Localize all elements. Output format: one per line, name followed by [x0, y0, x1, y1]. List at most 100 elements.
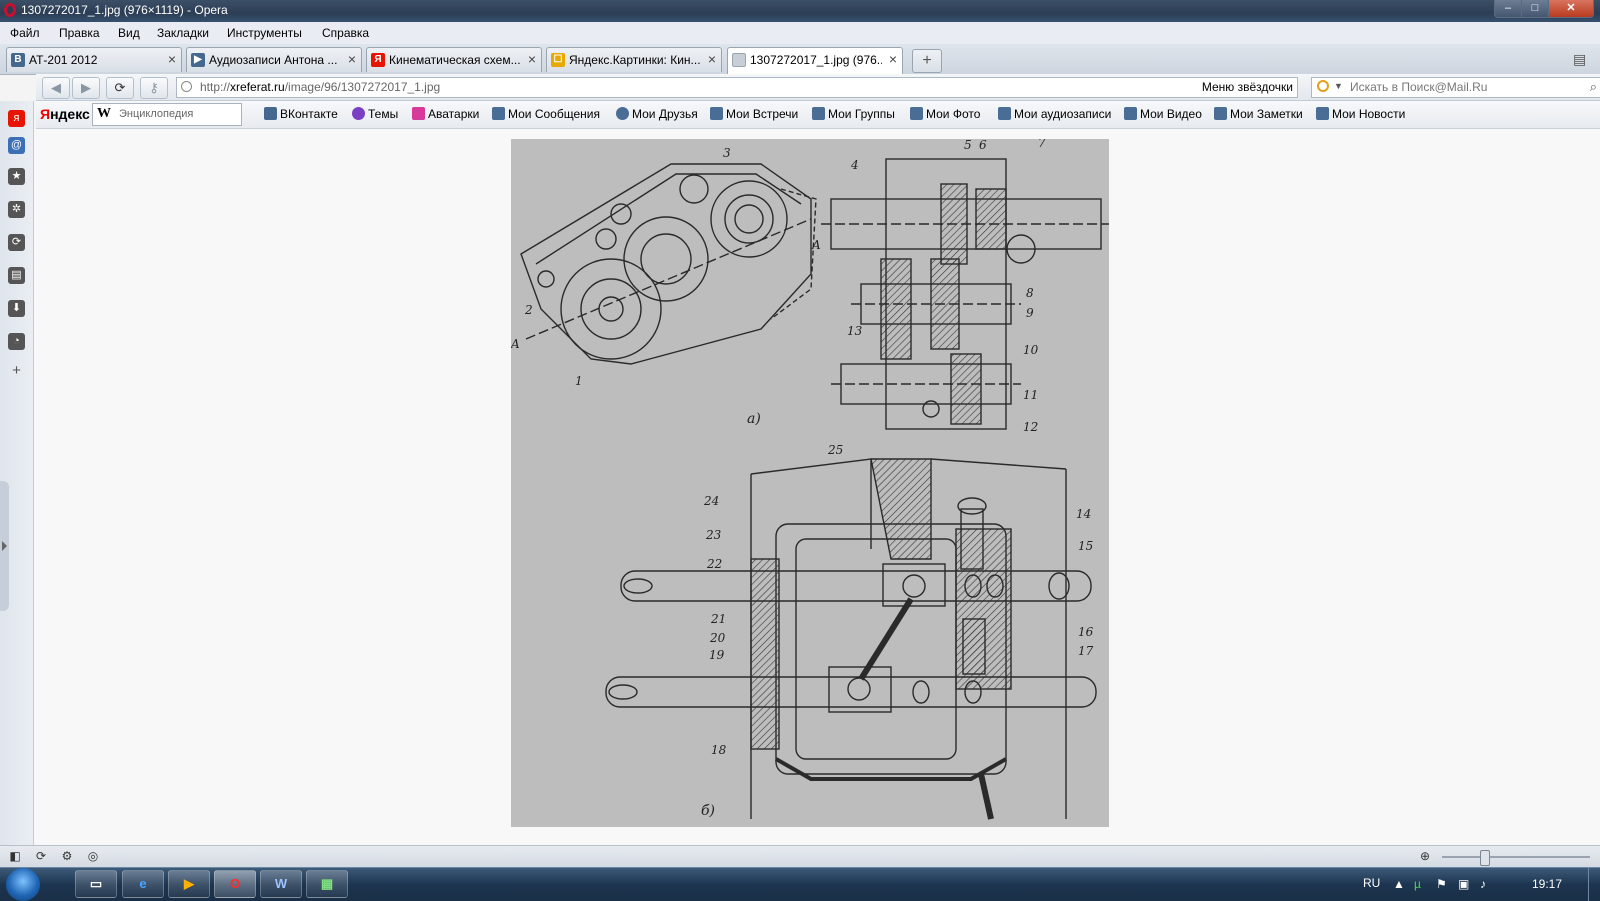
link-video[interactable]: Мои Видео — [1124, 107, 1202, 121]
language-indicator[interactable]: RU — [1363, 876, 1380, 890]
drawing-label: 10 — [1023, 343, 1039, 357]
link-news[interactable]: Мои Новости — [1316, 107, 1405, 121]
add-panel-icon[interactable]: + — [8, 362, 25, 379]
turbo-icon[interactable]: ◎ — [84, 849, 102, 864]
utorrent-icon[interactable]: µ — [1414, 877, 1421, 891]
zoom-icon[interactable]: ⊕ — [1416, 849, 1434, 864]
start-button[interactable] — [6, 868, 40, 901]
maximize-button[interactable]: □ — [1521, 0, 1549, 18]
drawing-label: 25 — [827, 443, 843, 457]
tab-close-icon[interactable]: × — [348, 51, 356, 67]
link-themes[interactable]: Темы — [352, 107, 398, 121]
plus-icon — [1316, 107, 1329, 120]
menu-bar: Файл Правка Вид Закладки Инструменты Спр… — [0, 22, 1600, 45]
volume-icon[interactable]: ♪ — [1480, 877, 1486, 891]
person-icon — [616, 107, 629, 120]
note-icon — [1214, 107, 1227, 120]
yandex-logo[interactable]: Яндекс — [40, 106, 90, 122]
star-icon[interactable]: ★ — [8, 168, 25, 185]
show-desktop-button[interactable] — [1588, 868, 1600, 901]
tab-kinematic[interactable]: Я Кинематическая схем... × — [366, 47, 542, 72]
forward-button[interactable]: ▶ — [72, 77, 100, 99]
tab-yandex-images[interactable]: ☐ Яндекс.Картинки: Кин... × — [546, 47, 722, 72]
section-marker: A — [811, 238, 821, 252]
link-notes[interactable]: Мои Заметки — [1214, 107, 1303, 121]
tab-image-active[interactable]: 1307272017_1.jpg (976... × — [727, 47, 903, 74]
explorer-icon[interactable]: ▭ — [75, 870, 117, 898]
opera-icon[interactable]: O — [214, 870, 256, 898]
zoom-slider-thumb[interactable] — [1480, 850, 1490, 866]
tab-close-icon[interactable]: × — [528, 51, 536, 67]
flag-icon[interactable]: ⚑ — [1436, 877, 1447, 891]
drawing-label: 11 — [1023, 388, 1038, 402]
notes-icon[interactable]: ▤ — [8, 267, 25, 284]
panel-toggle-icon[interactable]: ◧ — [6, 849, 24, 864]
tab-at201[interactable]: В АТ-201 2012 × — [6, 47, 182, 72]
tab-close-icon[interactable]: × — [168, 51, 176, 67]
unite-icon[interactable]: ⟳ — [8, 234, 25, 251]
show-hidden-icons[interactable]: ▲ — [1393, 877, 1405, 891]
mail-icon[interactable]: @ — [8, 137, 25, 154]
unite-icon[interactable]: ⚙ — [58, 849, 76, 864]
link-vkontakte[interactable]: ВКонтакте — [264, 107, 338, 121]
clock[interactable]: 19:17 — [1532, 877, 1562, 891]
yandex-icon: Я — [371, 53, 385, 67]
link-photos[interactable]: Мои Фото — [910, 107, 980, 121]
menu-edit[interactable]: Правка — [59, 26, 100, 40]
tab-label: Аудиозаписи Антона ... — [209, 53, 338, 67]
globe-icon — [181, 81, 192, 92]
heart-icon — [352, 107, 365, 120]
menu-help[interactable]: Справка — [322, 26, 369, 40]
back-button[interactable]: ◀ — [42, 77, 70, 99]
link-meetings[interactable]: Мои Встречи — [710, 107, 798, 121]
word-icon[interactable]: W — [260, 870, 302, 898]
bookmarks-menu[interactable]: Меню звёздочки — [1202, 80, 1293, 94]
drawing-label: 12 — [1023, 420, 1038, 434]
wand-key-icon[interactable]: ⚷ — [140, 77, 168, 99]
tab-menu-icon[interactable]: ▤ — [1573, 51, 1586, 68]
link-messages[interactable]: Мои Сообщения — [492, 107, 600, 121]
drawing-label: 3 — [723, 146, 731, 160]
link-friends[interactable]: Мои Друзья — [616, 107, 698, 121]
wiki-search-field[interactable]: W Энциклопедия — [92, 103, 242, 126]
technical-drawing-image: 3 4 5 6 7 2 8 9 10 11 12 13 1 25 24 23 2… — [511, 139, 1109, 827]
settings-icon[interactable]: ✲ — [8, 201, 25, 218]
yandex-toolbar: Яндекс W Энциклопедия ВКонтакте Темы Ава… — [36, 101, 1600, 129]
close-window-button[interactable]: ✕ — [1548, 0, 1594, 18]
chevron-down-icon[interactable]: ▼ — [1334, 81, 1343, 91]
address-field[interactable]: http://xreferat.ru/image/96/1307272017_1… — [176, 77, 1298, 98]
zoom-slider-track[interactable] — [1442, 856, 1590, 858]
link-groups[interactable]: Мои Группы — [812, 107, 895, 121]
search-field[interactable]: ▼ Искать в Поиск@Mail.Ru ⌕ — [1311, 77, 1600, 98]
panel-toggle-handle[interactable] — [0, 481, 9, 611]
wiki-placeholder: Энциклопедия — [119, 108, 194, 120]
sync-icon[interactable]: ⟳ — [32, 849, 50, 864]
menu-view[interactable]: Вид — [118, 26, 140, 40]
menu-file[interactable]: Файл — [10, 26, 40, 40]
yandex-images-icon: ☐ — [551, 53, 565, 67]
section-marker: A — [511, 337, 520, 351]
house-icon — [710, 107, 723, 120]
history-icon[interactable]: ◔ — [8, 333, 25, 350]
new-tab-button[interactable]: + — [912, 49, 942, 73]
menu-tools[interactable]: Инструменты — [227, 26, 302, 40]
link-audio[interactable]: Мои аудиозаписи — [998, 107, 1111, 121]
network-icon[interactable]: ▣ — [1458, 877, 1469, 891]
menu-bookmarks[interactable]: Закладки — [157, 26, 209, 40]
search-engine-icon[interactable] — [1317, 80, 1329, 92]
download-icon[interactable]: ⬇ — [8, 300, 25, 317]
drawing-label: 16 — [1078, 625, 1094, 639]
tab-close-icon[interactable]: × — [889, 51, 897, 67]
yandex-icon[interactable]: я — [8, 110, 25, 127]
calc-icon[interactable]: ▦ — [306, 870, 348, 898]
drawing-label: 4 — [850, 158, 859, 172]
tab-close-icon[interactable]: × — [708, 51, 716, 67]
media-player-icon[interactable]: ▶ — [168, 870, 210, 898]
tab-audio[interactable]: ▶ Аудиозаписи Антона ... × — [186, 47, 362, 72]
reload-button[interactable]: ⟳ — [106, 77, 134, 99]
search-icon[interactable]: ⌕ — [1590, 79, 1597, 95]
vk-icon: В — [11, 53, 25, 67]
link-avatars[interactable]: Аватарки — [412, 107, 479, 121]
minimize-button[interactable]: – — [1494, 0, 1522, 18]
ie-icon[interactable]: e — [122, 870, 164, 898]
